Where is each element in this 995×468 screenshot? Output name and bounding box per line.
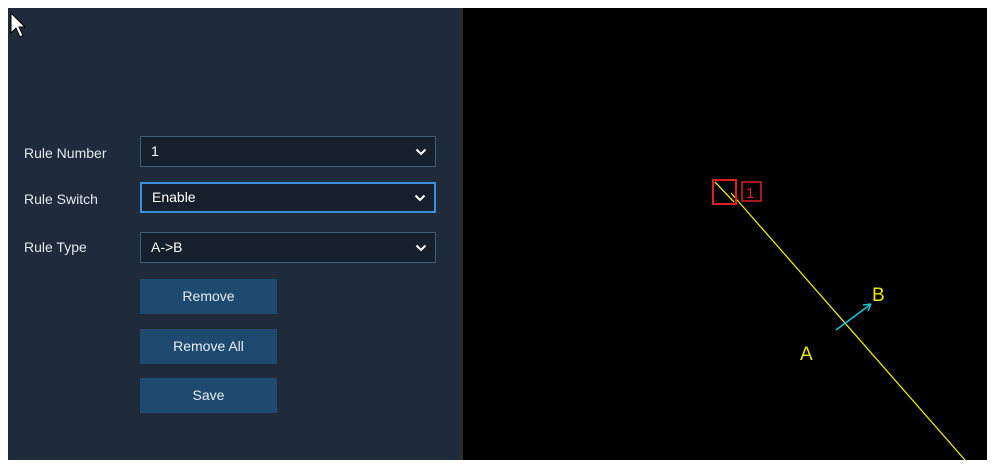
mouse-cursor-icon xyxy=(10,12,26,38)
app-window: Rule Number 1 Rule Switch Enable Rule Ty… xyxy=(8,8,987,460)
live-view-canvas[interactable]: 1 B A xyxy=(463,8,987,460)
rule-settings-panel: Rule Number 1 Rule Switch Enable Rule Ty… xyxy=(8,8,460,460)
rule-type-value: A->B xyxy=(151,239,183,255)
rule-number-label: Rule Number xyxy=(24,145,107,161)
chevron-down-icon xyxy=(415,244,427,252)
rule-switch-value: Enable xyxy=(152,189,196,205)
rule-type-label: Rule Type xyxy=(24,239,87,255)
rule-switch-label: Rule Switch xyxy=(24,191,98,207)
rule-number-select[interactable]: 1 xyxy=(140,136,436,167)
tripwire-line xyxy=(730,192,966,460)
direction-arrow xyxy=(835,303,872,331)
remove-all-button[interactable]: Remove All xyxy=(140,329,277,364)
line-crossing-overlay: 1 B A xyxy=(712,179,966,460)
rule-switch-select[interactable]: Enable xyxy=(140,182,436,213)
remove-button[interactable]: Remove xyxy=(140,279,277,314)
rule-id-label: 1 xyxy=(746,185,754,202)
rule-type-select[interactable]: A->B xyxy=(140,232,436,263)
handle-line-segment xyxy=(714,181,735,203)
rule-number-value: 1 xyxy=(151,143,159,159)
point-b-label: B xyxy=(872,285,885,306)
save-button[interactable]: Save xyxy=(140,378,277,413)
point-a-label: A xyxy=(800,344,813,365)
chevron-down-icon xyxy=(414,194,426,202)
chevron-down-icon xyxy=(415,148,427,156)
